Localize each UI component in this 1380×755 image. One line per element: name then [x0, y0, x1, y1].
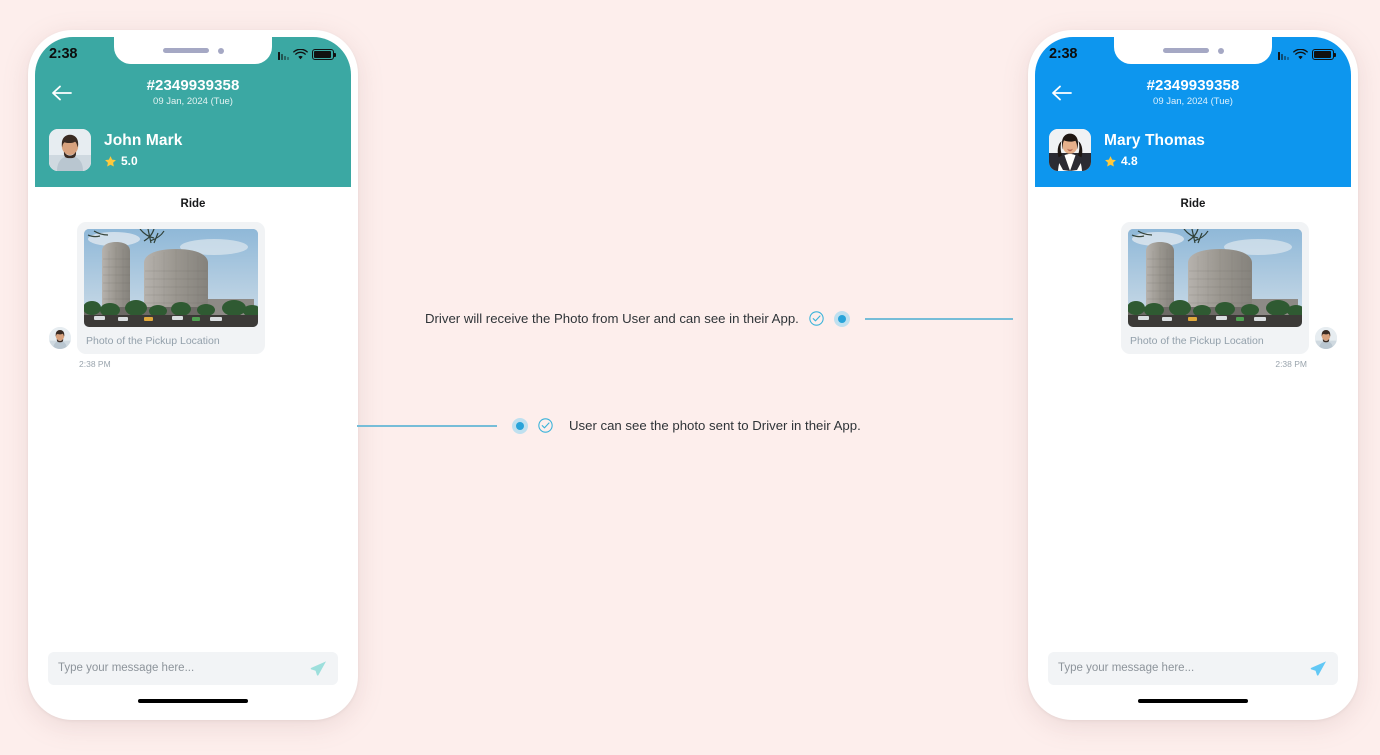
user-name: John Mark — [104, 132, 183, 149]
message-bubble[interactable]: Photo of the Pickup Location — [77, 222, 265, 354]
user-name: Mary Thomas — [1104, 132, 1206, 149]
star-icon — [105, 155, 116, 167]
wifi-icon — [293, 48, 308, 59]
pickup-location-photo[interactable] — [84, 229, 258, 327]
header-top-row: #2349939358 09 Jan, 2024 (Tue) — [1049, 75, 1337, 115]
screen-user-app: 2:38 #2349939358 09 Jan, 2024 (Tue) Mary… — [1035, 37, 1351, 713]
device-notch — [1114, 37, 1272, 64]
user-annotation-text: User can see the photo sent to Driver in… — [569, 418, 861, 433]
notch-speaker — [162, 48, 209, 53]
chat-body-user: Ride Photo of the Pickup Location 2:38 P… — [1035, 187, 1351, 642]
header-user-info: Mary Thomas 4.8 — [1104, 132, 1205, 168]
status-bar: 2:38 — [1035, 37, 1351, 71]
check-circle-icon — [808, 310, 825, 327]
ride-date: 09 Jan, 2024 (Tue) — [1153, 96, 1233, 107]
phone-driver-app: 2:38 #2349939358 09 Jan, 2024 (Tue) John… — [28, 30, 358, 720]
user-annotation: User can see the photo sent to Driver in… — [357, 417, 861, 434]
chat-message-incoming: Photo of the Pickup Location 2:38 PM — [49, 222, 337, 369]
user-rating: 4.8 — [1104, 154, 1205, 168]
chat-day-label: Ride — [1180, 198, 1206, 210]
input-zone-driver: Type your message here... — [35, 641, 351, 713]
chat-day-label: Ride — [180, 198, 206, 210]
app-header-user: #2349939358 09 Jan, 2024 (Tue) Mary Thom… — [1035, 71, 1351, 187]
header-top-row: #2349939358 09 Jan, 2024 (Tue) — [49, 75, 337, 115]
message-sender-avatar — [1315, 327, 1337, 349]
header-titles: #2349939358 09 Jan, 2024 (Tue) — [1049, 75, 1337, 107]
screen-driver-app: 2:38 #2349939358 09 Jan, 2024 (Tue) John… — [35, 37, 351, 713]
status-bar-time: 2:38 — [1049, 46, 1078, 62]
phone-user-app: 2:38 #2349939358 09 Jan, 2024 (Tue) Mary… — [1028, 30, 1358, 720]
ride-id: #2349939358 — [1146, 77, 1240, 94]
pickup-location-photo[interactable] — [1128, 229, 1302, 327]
message-bubble-wrapper: Photo of the Pickup Location 2:38 PM — [1121, 222, 1309, 369]
ride-date: 09 Jan, 2024 (Tue) — [153, 96, 233, 107]
message-input-placeholder[interactable]: Type your message here... — [1058, 662, 1194, 674]
message-bubble[interactable]: Photo of the Pickup Location — [1121, 222, 1309, 354]
message-bubble-wrapper: Photo of the Pickup Location 2:38 PM — [77, 222, 265, 369]
check-circle-icon — [537, 417, 554, 434]
driver-annotation-text: Driver will receive the Photo from User … — [425, 311, 799, 326]
notch-speaker — [1162, 48, 1209, 53]
avatar — [49, 129, 91, 171]
dot-marker-icon — [512, 417, 528, 434]
dot-marker-icon — [833, 310, 850, 327]
chat-body-driver: Ride Photo of the Pickup Location 2:38 P… — [35, 187, 351, 642]
signal-icon — [1278, 51, 1289, 60]
message-timestamp: 2:38 PM — [1275, 359, 1307, 369]
ride-id: #2349939358 — [146, 77, 240, 94]
battery-icon — [312, 48, 337, 60]
connector-line — [864, 317, 1013, 320]
header-user-row[interactable]: Mary Thomas 4.8 — [1049, 129, 1337, 171]
message-timestamp: 2:38 PM — [79, 359, 111, 369]
user-rating: 5.0 — [104, 154, 182, 168]
rating-value: 4.8 — [1121, 154, 1138, 168]
message-input-bar[interactable]: Type your message here... — [48, 651, 338, 685]
signal-icon — [278, 51, 289, 60]
message-input-bar[interactable]: Type your message here... — [1048, 651, 1338, 685]
home-indicator — [1138, 698, 1248, 703]
message-sender-avatar — [49, 327, 71, 349]
header-user-info: John Mark 5.0 — [104, 132, 182, 168]
wifi-icon — [1293, 48, 1308, 59]
header-user-row[interactable]: John Mark 5.0 — [49, 129, 337, 171]
message-caption: Photo of the Pickup Location — [86, 335, 220, 347]
avatar — [1049, 129, 1091, 171]
battery-icon — [1312, 48, 1337, 60]
message-caption: Photo of the Pickup Location — [1130, 335, 1264, 347]
status-bar-icons — [1278, 48, 1337, 60]
driver-annotation: Driver will receive the Photo from User … — [425, 310, 1013, 327]
app-header-driver: #2349939358 09 Jan, 2024 (Tue) John Mark… — [35, 71, 351, 187]
home-indicator — [138, 698, 248, 703]
status-bar-time: 2:38 — [49, 46, 78, 62]
send-icon[interactable] — [309, 659, 328, 678]
connector-line — [357, 424, 497, 427]
input-zone-user: Type your message here... — [1035, 641, 1351, 713]
header-titles: #2349939358 09 Jan, 2024 (Tue) — [49, 75, 337, 107]
status-bar-icons — [278, 48, 337, 60]
status-bar: 2:38 — [35, 37, 351, 71]
message-input-placeholder[interactable]: Type your message here... — [58, 662, 194, 674]
notch-camera — [1217, 47, 1224, 54]
send-icon[interactable] — [1309, 659, 1328, 678]
chat-message-outgoing: Photo of the Pickup Location 2:38 PM — [1049, 222, 1337, 369]
device-notch — [114, 37, 272, 64]
notch-camera — [217, 47, 224, 54]
rating-value: 5.0 — [121, 154, 138, 168]
star-icon — [1105, 155, 1116, 167]
